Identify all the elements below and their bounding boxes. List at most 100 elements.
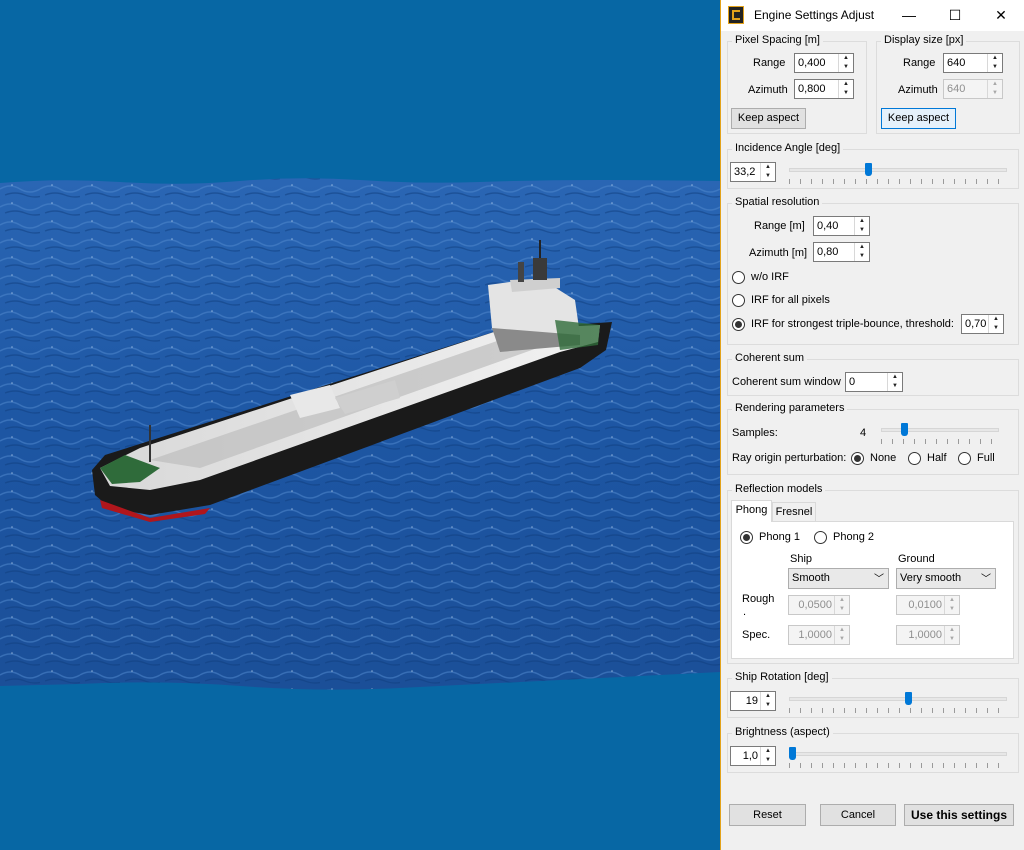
window-title: Engine Settings Adjust xyxy=(754,8,875,22)
samples-slider[interactable] xyxy=(881,423,999,447)
spin-down-icon: ▼ xyxy=(949,606,955,612)
spin-up-icon: ▲ xyxy=(949,627,955,633)
ship-select-value: Smooth xyxy=(792,572,830,584)
spin-up-icon: ▲ xyxy=(992,81,998,87)
spin-up-icon[interactable]: ▲ xyxy=(855,217,869,226)
perturb-full-label[interactable]: Full xyxy=(977,452,995,464)
brightness-slider-thumb[interactable] xyxy=(789,747,796,760)
spin-up-icon[interactable]: ▲ xyxy=(888,373,902,382)
perturb-half-radio[interactable] xyxy=(908,452,921,465)
spin-up-icon[interactable]: ▲ xyxy=(761,747,775,756)
rough-label-suffix: . xyxy=(743,606,747,618)
incidence-spinner[interactable]: 33,2 ▲ ▼ xyxy=(730,162,776,182)
spin-up-icon: ▲ xyxy=(839,627,845,633)
brightness-legend: Brightness (aspect) xyxy=(732,726,833,738)
brightness-spinner[interactable]: 1,0 ▲ ▼ xyxy=(730,746,776,766)
tab-phong[interactable]: Phong xyxy=(731,500,772,522)
irf-none-label[interactable]: w/o IRF xyxy=(751,271,789,283)
ground-roughness-select[interactable]: Very smooth ﹀ xyxy=(896,568,996,589)
display-keep-aspect-button[interactable]: Keep aspect xyxy=(881,108,956,129)
irf-none-radio[interactable] xyxy=(732,271,745,284)
perturb-none-radio[interactable] xyxy=(851,452,864,465)
rendering-legend: Rendering parameters xyxy=(732,402,848,414)
minimize-button[interactable]: — xyxy=(886,0,932,31)
pixel-spacing-legend: Pixel Spacing [m] xyxy=(732,34,823,46)
use-settings-button[interactable]: Use this settings xyxy=(904,804,1014,826)
close-button[interactable]: ✕ xyxy=(978,0,1024,31)
spatial-range-label: Range [m] xyxy=(754,220,805,232)
irf-triple-label[interactable]: IRF for strongest triple-bounce, thresho… xyxy=(751,318,954,330)
spin-down-icon[interactable]: ▼ xyxy=(888,382,902,391)
spin-down-icon[interactable]: ▼ xyxy=(988,63,1002,72)
spatial-legend: Spatial resolution xyxy=(732,196,823,208)
spatial-azimuth-spinner[interactable]: 0,80 ▲ ▼ xyxy=(813,242,870,262)
ship-rotation-spinner[interactable]: 19 ▲ ▼ xyxy=(730,691,776,711)
samples-label: Samples: xyxy=(732,427,778,439)
display-azimuth-spinner: 640 ▲ ▼ xyxy=(943,79,1003,99)
spin-down-icon[interactable]: ▼ xyxy=(989,324,1003,333)
spin-up-icon[interactable]: ▲ xyxy=(761,692,775,701)
irf-triple-radio[interactable] xyxy=(732,318,745,331)
spin-up-icon[interactable]: ▲ xyxy=(855,243,869,252)
ship-rotation-slider-thumb[interactable] xyxy=(905,692,912,705)
ship-roughness-select[interactable]: Smooth ﹀ xyxy=(788,568,889,589)
spin-down-icon[interactable]: ▼ xyxy=(839,63,853,72)
reset-button[interactable]: Reset xyxy=(729,804,806,826)
display-size-legend: Display size [px] xyxy=(881,34,967,46)
phong1-radio[interactable] xyxy=(740,531,753,544)
brightness-slider[interactable] xyxy=(789,747,1007,771)
ship-rough-value: 0,0500 xyxy=(798,599,832,611)
ship-rotation-value: 19 xyxy=(745,695,758,707)
pixel-range-spinner[interactable]: 0,400 ▲ ▼ xyxy=(794,53,854,73)
samples-slider-thumb[interactable] xyxy=(901,423,908,436)
irf-all-radio[interactable] xyxy=(732,294,745,307)
phong2-radio[interactable] xyxy=(814,531,827,544)
incidence-slider[interactable] xyxy=(789,163,1007,187)
spin-down-icon[interactable]: ▼ xyxy=(761,172,775,181)
cancel-button[interactable]: Cancel xyxy=(820,804,896,826)
pixel-azimuth-value: 0,800 xyxy=(798,83,826,95)
brightness-value: 1,0 xyxy=(742,750,758,762)
phong1-label[interactable]: Phong 1 xyxy=(759,531,800,543)
ground-rough-value: 0,0100 xyxy=(908,599,942,611)
app-logo-icon xyxy=(728,6,744,24)
ground-spec-value: 1,0000 xyxy=(908,629,942,641)
samples-value: 4 xyxy=(860,427,867,439)
display-range-spinner[interactable]: 640 ▲ ▼ xyxy=(943,53,1003,73)
spatial-azimuth-label: Azimuth [m] xyxy=(749,247,808,259)
display-range-label: Range xyxy=(903,57,936,69)
perturb-half-label[interactable]: Half xyxy=(927,452,947,464)
spatial-range-spinner[interactable]: 0,40 ▲ ▼ xyxy=(813,216,870,236)
coherent-window-spinner[interactable]: 0 ▲ ▼ xyxy=(845,372,903,392)
spin-down-icon[interactable]: ▼ xyxy=(761,701,775,710)
spin-up-icon: ▲ xyxy=(949,597,955,603)
spin-up-icon[interactable]: ▲ xyxy=(988,54,1002,63)
pixel-azimuth-spinner[interactable]: 0,800 ▲ ▼ xyxy=(794,79,854,99)
phong2-label[interactable]: Phong 2 xyxy=(833,531,874,543)
spin-down-icon: ▼ xyxy=(839,636,845,642)
pixel-range-label: Range xyxy=(753,57,786,69)
perturb-none-label[interactable]: None xyxy=(870,452,896,464)
spin-up-icon[interactable]: ▲ xyxy=(989,315,1003,324)
title-bar[interactable]: Engine Settings Adjust — ☐ ✕ xyxy=(721,0,1024,31)
spin-up-icon[interactable]: ▲ xyxy=(839,80,853,89)
spin-down-icon[interactable]: ▼ xyxy=(761,756,775,765)
spin-up-icon[interactable]: ▲ xyxy=(839,54,853,63)
irf-all-label[interactable]: IRF for all pixels xyxy=(751,294,830,306)
spec-label: Spec. xyxy=(742,629,771,641)
pixel-keep-aspect-button[interactable]: Keep aspect xyxy=(731,108,806,129)
incidence-slider-thumb[interactable] xyxy=(865,163,872,176)
perturb-full-radio[interactable] xyxy=(958,452,971,465)
display-range-value: 640 xyxy=(947,57,966,69)
spin-down-icon[interactable]: ▼ xyxy=(839,89,853,98)
spin-up-icon: ▲ xyxy=(839,597,845,603)
tab-fresnel[interactable]: Fresnel xyxy=(772,502,816,522)
reflection-legend: Reflection models xyxy=(732,483,826,495)
spin-down-icon[interactable]: ▼ xyxy=(855,252,869,261)
ship-rotation-slider[interactable] xyxy=(789,692,1007,716)
spin-down-icon[interactable]: ▼ xyxy=(855,226,869,235)
spin-up-icon[interactable]: ▲ xyxy=(761,163,775,172)
threshold-spinner[interactable]: 0,70 ▲ ▼ xyxy=(961,314,1004,334)
display-azimuth-label: Azimuth xyxy=(898,84,938,96)
maximize-button[interactable]: ☐ xyxy=(932,0,978,31)
